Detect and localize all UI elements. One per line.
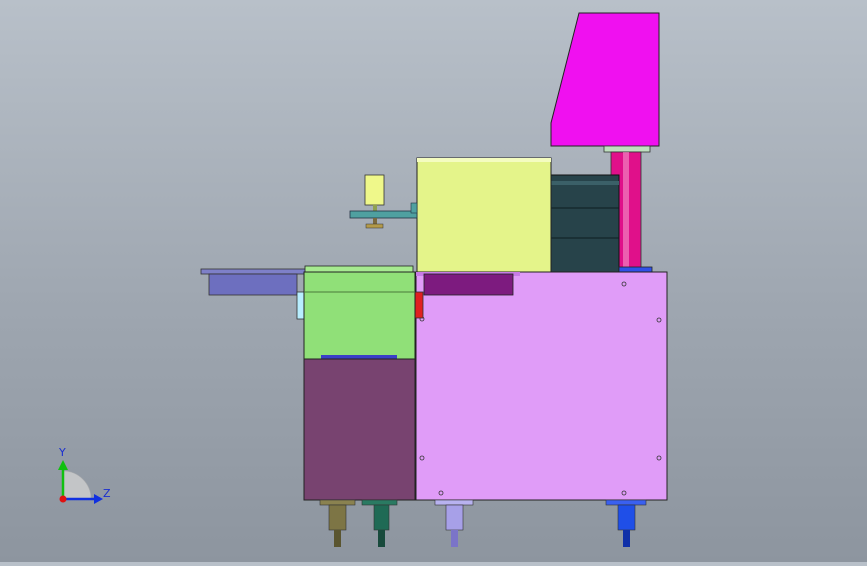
y-axis-label: Y (58, 446, 66, 459)
magenta-head[interactable] (550, 12, 660, 147)
teal-bracket (349, 202, 418, 229)
main-cabinet[interactable] (415, 271, 668, 501)
olive-foot (319, 499, 356, 547)
cad-assembly-drawing: Y Z (58, 12, 668, 547)
slate-tray[interactable] (200, 268, 307, 296)
purple-strip (423, 273, 514, 296)
z-axis-label: Z (103, 487, 111, 500)
dark-teal-block[interactable] (548, 174, 620, 274)
lavender-foot (434, 499, 474, 547)
red-tab (414, 291, 424, 319)
green-upper-box[interactable] (303, 265, 416, 361)
plum-lower-box[interactable] (303, 358, 416, 501)
cad-viewport[interactable]: Y Z (0, 0, 867, 562)
blue-foot (605, 499, 647, 547)
x-axis-dot (59, 495, 67, 503)
coordinate-triad: Y Z (58, 446, 111, 504)
lime-housing[interactable] (416, 157, 552, 274)
yellow-indicator[interactable] (364, 174, 385, 213)
green-foot (361, 499, 398, 547)
